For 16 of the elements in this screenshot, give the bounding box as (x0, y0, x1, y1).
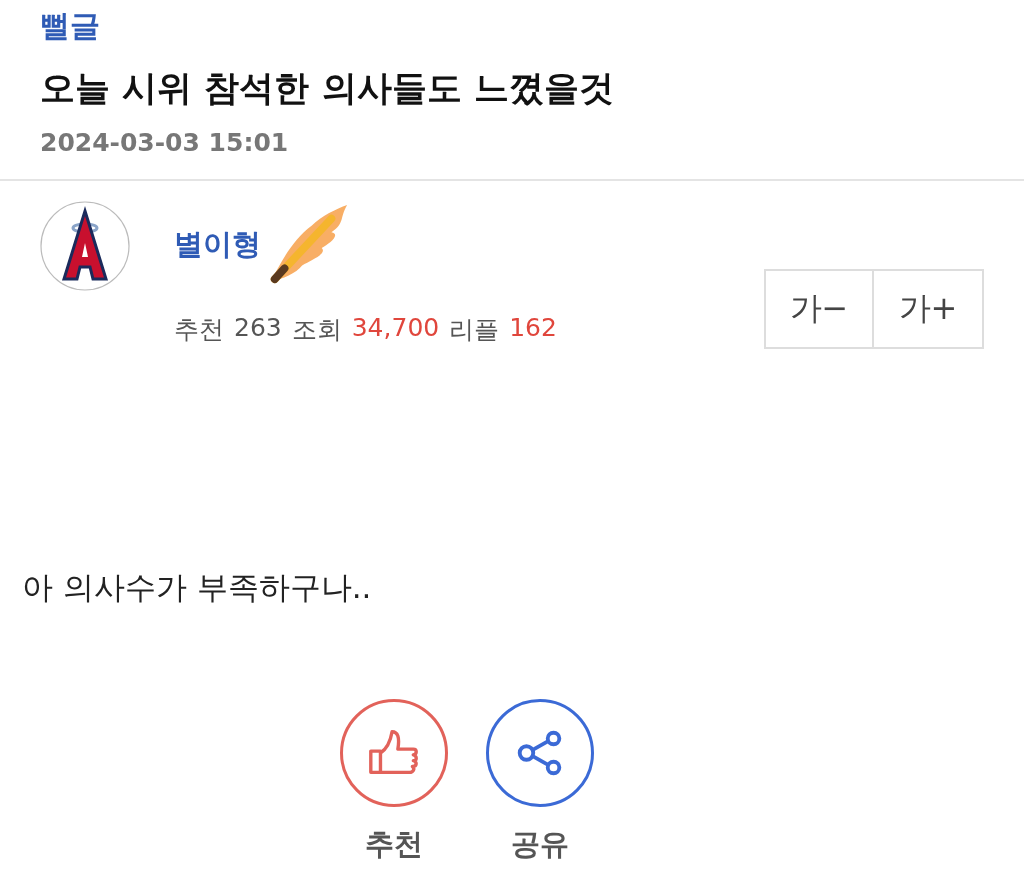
font-size-button[interactable]: 가− (764, 269, 874, 349)
font-size-button[interactable]: 가+ (874, 269, 984, 349)
stat-label: 리플 (449, 314, 500, 346)
post-body: 아 의사수가 부족하구나.. (22, 568, 373, 607)
share-label: 공유 (511, 826, 569, 863)
category-label[interactable]: 뻘글 (40, 6, 984, 47)
avatar-icon[interactable] (40, 201, 130, 291)
stat-value: 34,700 (351, 313, 440, 344)
stat-label: 조회 (291, 314, 342, 346)
like-label: 추천 (365, 826, 423, 863)
stat-value: 162 (509, 313, 557, 344)
author-name[interactable]: 별이형 (174, 225, 261, 265)
stat-label: 추천 (174, 314, 224, 346)
stat-value: 263 (234, 313, 282, 344)
post-title: 오늘 시위 참석한 의사들도 느꼈을것 (40, 67, 615, 110)
post-date: 2024-03-03 15:01 (40, 128, 290, 157)
